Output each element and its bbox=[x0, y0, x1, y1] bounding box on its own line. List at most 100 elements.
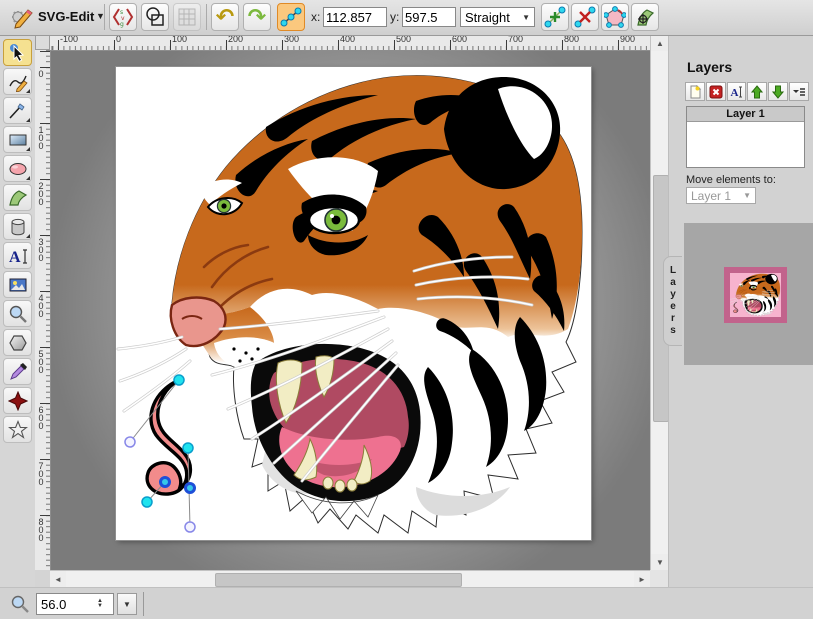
path-tool-button[interactable] bbox=[3, 184, 32, 211]
ruler-label: 100 bbox=[36, 125, 45, 149]
polygon-tool-button[interactable] bbox=[3, 329, 32, 356]
move-layer-down-button[interactable] bbox=[768, 82, 788, 101]
toolbar-separator bbox=[104, 4, 105, 30]
ruler-label: 700 bbox=[508, 35, 523, 44]
open-path-button[interactable] bbox=[601, 3, 629, 31]
canvas-drawing[interactable] bbox=[116, 67, 591, 540]
workspace[interactable] bbox=[50, 50, 650, 570]
delete-layer-button[interactable] bbox=[706, 82, 726, 101]
wireframe-button[interactable] bbox=[141, 3, 169, 31]
rectangle-tool-button[interactable] bbox=[3, 126, 32, 153]
layers-panel-toggle-handle[interactable]: Layers bbox=[663, 256, 682, 346]
zoom-level-input[interactable] bbox=[37, 596, 95, 613]
add-node-icon bbox=[544, 6, 566, 28]
horizontal-scrollbar-thumb[interactable] bbox=[215, 573, 462, 587]
rename-layer-button[interactable]: A bbox=[727, 82, 747, 101]
eyedropper-tool-button[interactable] bbox=[3, 358, 32, 385]
move-layer-up-button[interactable] bbox=[747, 82, 767, 101]
select-tool-icon bbox=[8, 43, 28, 63]
layer-more-button[interactable] bbox=[789, 82, 809, 101]
line-tool-button[interactable] bbox=[3, 97, 32, 124]
move-elements-label: Move elements to: bbox=[686, 174, 776, 186]
node-x-label: x: bbox=[311, 10, 320, 24]
path-node-selected[interactable] bbox=[161, 478, 170, 487]
star-tool-button[interactable] bbox=[3, 416, 32, 443]
svg-canvas[interactable] bbox=[116, 67, 591, 540]
zoom-dropdown-arrow-icon: ▼ bbox=[123, 600, 131, 609]
delete-node-button[interactable] bbox=[571, 3, 599, 31]
path-node[interactable] bbox=[142, 497, 152, 507]
link-control-points-toggle[interactable] bbox=[277, 3, 305, 31]
tool-palette: A bbox=[0, 35, 35, 587]
new-layer-icon bbox=[688, 85, 702, 99]
app-logo-button[interactable] bbox=[4, 2, 36, 32]
ellipse-tool-icon bbox=[8, 159, 28, 179]
spinner-down-icon[interactable]: ▼ bbox=[97, 604, 103, 609]
layer-down-icon bbox=[771, 85, 785, 99]
redo-icon: ↷ bbox=[248, 7, 266, 27]
new-layer-button[interactable] bbox=[685, 82, 705, 101]
thumbnail-tiger bbox=[730, 273, 781, 317]
node-y-input[interactable] bbox=[402, 7, 456, 27]
ruler-label: 0 bbox=[116, 35, 121, 44]
thumbnail-image bbox=[730, 273, 781, 317]
segment-type-select[interactable]: Straight ▼ bbox=[460, 7, 535, 27]
move-elements-select[interactable]: Layer 1 ▼ bbox=[686, 187, 756, 204]
zoom-magnifier-icon bbox=[10, 594, 30, 614]
text-tool-button[interactable]: A bbox=[3, 242, 32, 269]
line-tool-icon bbox=[8, 101, 28, 121]
path-node[interactable] bbox=[174, 375, 184, 385]
star-shape-icon bbox=[8, 420, 28, 440]
image-tool-button[interactable] bbox=[3, 271, 32, 298]
scroll-right-arrow[interactable]: ► bbox=[634, 571, 650, 588]
undo-button[interactable]: ↶ bbox=[211, 3, 239, 31]
move-select-arrow-icon: ▼ bbox=[743, 191, 751, 200]
shape-library-button[interactable] bbox=[3, 213, 32, 240]
zoom-preset-dropdown-button[interactable]: ▼ bbox=[117, 593, 137, 615]
layer-list[interactable]: Layer 1 bbox=[686, 106, 805, 168]
open-path-icon bbox=[604, 6, 626, 28]
layers-handle-label: Layers bbox=[668, 265, 679, 337]
path-node-selected[interactable] bbox=[186, 484, 195, 493]
zoom-level-field[interactable]: ▲ ▼ bbox=[36, 593, 114, 615]
svg-source-icon: s v g bbox=[112, 6, 134, 28]
scrollbar-corner bbox=[650, 570, 668, 587]
magnifier-icon bbox=[8, 304, 28, 324]
ruler-label: 800 bbox=[564, 35, 579, 44]
flyout-arrow-icon bbox=[26, 234, 30, 238]
scroll-left-arrow[interactable]: ◄ bbox=[50, 571, 66, 588]
ellipse-tool-button[interactable] bbox=[3, 155, 32, 182]
grid-button[interactable] bbox=[173, 3, 201, 31]
zoom-tool-button[interactable] bbox=[3, 300, 32, 327]
control-point-handle[interactable] bbox=[125, 437, 135, 447]
layer-list-item[interactable]: Layer 1 bbox=[687, 107, 804, 122]
control-point-handle[interactable] bbox=[185, 522, 195, 532]
path-node[interactable] bbox=[183, 443, 193, 453]
flyout-arrow-icon bbox=[26, 118, 30, 122]
redo-button[interactable]: ↷ bbox=[243, 3, 271, 31]
select-tool-button[interactable] bbox=[3, 39, 32, 66]
scroll-down-arrow[interactable]: ▼ bbox=[651, 554, 669, 570]
status-bar: ▲ ▼ ▼ bbox=[0, 587, 813, 619]
scroll-up-arrow[interactable]: ▲ bbox=[651, 35, 669, 51]
ruler-label: 900 bbox=[620, 35, 635, 44]
add-node-button[interactable] bbox=[541, 3, 569, 31]
drawing-thumbnail[interactable] bbox=[724, 267, 787, 323]
main-menu-label[interactable]: SVG-Edit bbox=[38, 9, 94, 24]
source-code-button[interactable]: s v g bbox=[109, 3, 137, 31]
flyout-arrow-icon bbox=[26, 89, 30, 93]
tiger-artwork bbox=[118, 76, 582, 533]
svg-edit-logo-icon bbox=[4, 2, 36, 32]
node-x-input[interactable] bbox=[323, 7, 387, 27]
link-control-points-icon bbox=[280, 6, 302, 28]
flyout-arrow-icon bbox=[26, 176, 30, 180]
layers-panel: Layers A bbox=[668, 35, 813, 619]
ruler-label: 700 bbox=[36, 461, 45, 485]
delete-node-icon bbox=[574, 6, 596, 28]
cylinder-shape-icon bbox=[8, 217, 28, 237]
horizontal-scrollbar[interactable]: ◄ ► bbox=[50, 570, 650, 587]
add-subpath-button[interactable] bbox=[631, 3, 659, 31]
zoom-spinner[interactable]: ▲ ▼ bbox=[97, 599, 103, 609]
pencil-tool-button[interactable] bbox=[3, 68, 32, 95]
starburst-tool-button[interactable] bbox=[3, 387, 32, 414]
